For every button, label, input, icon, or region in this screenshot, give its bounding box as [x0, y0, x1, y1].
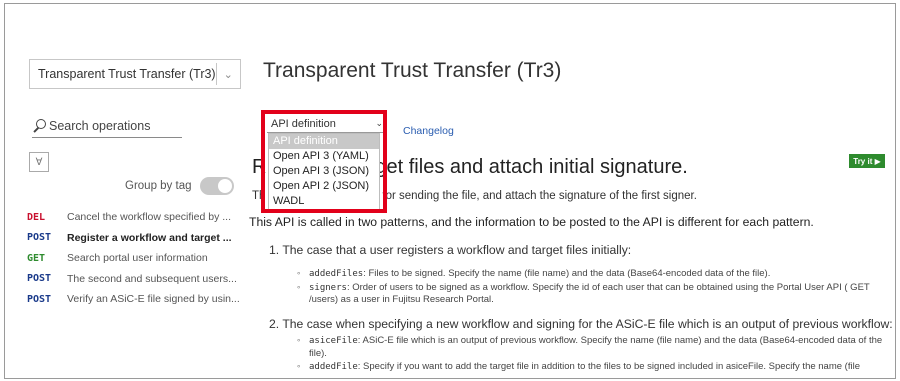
operation-title: Cancel the workflow specified by ... [67, 211, 231, 223]
operation-title: Register a workflow and target ... [67, 231, 232, 244]
list-item: asiceFile: ASiC-E file which is an outpu… [297, 335, 887, 360]
group-by-tag-toggle[interactable] [200, 177, 235, 195]
operations-list: DEL Cancel the workflow specified by ... P… [27, 207, 247, 310]
chevron-down-icon: ⌄ [375, 118, 383, 128]
list-item: addedFiles: Files to be signed. Specify … [297, 268, 887, 281]
operation-title: The second and subsequent users... [67, 272, 237, 285]
list-item: signers: Order of users to be signed as … [297, 282, 887, 307]
operation-item[interactable]: POST The second and subsequent users... [27, 269, 247, 289]
operation-title: Search portal user information [67, 252, 208, 264]
page-title: Transparent Trust Transfer (Tr3) [263, 59, 562, 82]
browser-frame: Transparent Trust Transfer (Tr3) ⌄ ∀ Gro… [4, 3, 896, 379]
operation-description: This API is called in two patterns, and … [249, 215, 814, 229]
http-method-badge: DEL [27, 211, 46, 223]
http-method-badge: POST [27, 273, 52, 284]
operation-item[interactable]: DEL Cancel the workflow specified by ... [27, 207, 247, 227]
changelog-link[interactable]: Changelog [403, 125, 454, 137]
group-by-tag-row: Group by tag [125, 177, 235, 195]
search-input[interactable] [49, 118, 174, 133]
case-2-list: asiceFile: ASiC-E file which is an outpu… [297, 335, 887, 375]
api-selector[interactable]: Transparent Trust Transfer (Tr3) ⌄ [29, 59, 241, 89]
case-1-list: addedFiles: Files to be signed. Specify … [297, 268, 887, 308]
api-selector-label: Transparent Trust Transfer (Tr3) [38, 67, 216, 81]
group-by-tag-label: Group by tag [125, 180, 192, 192]
http-method-badge: GET [27, 252, 46, 264]
dropdown-option[interactable]: API definition [269, 134, 379, 149]
try-it-button[interactable]: Try it ▶ [849, 154, 885, 168]
dropdown-option[interactable]: Open API 3 (JSON) [269, 164, 379, 179]
filter-icon[interactable]: ∀ [29, 152, 49, 172]
case-1-heading: 1. The case that a user registers a work… [269, 243, 632, 257]
search-operations[interactable] [32, 114, 182, 138]
api-definition-select[interactable]: API definition ⌄ [267, 115, 387, 133]
api-definition-value: API definition [271, 117, 336, 130]
api-definition-dropdown: API definition Open API 3 (YAML) Open AP… [268, 133, 380, 210]
operation-item[interactable]: POST Verify an ASiC-E file signed by usin… [27, 289, 247, 309]
operation-item[interactable]: GET Search portal user information [27, 248, 247, 268]
operation-item[interactable]: POST Register a workflow and target ... [27, 228, 247, 248]
dropdown-option[interactable]: Open API 2 (JSON) [269, 179, 379, 194]
operation-title: Verify an ASiC-E file signed by usin... [67, 293, 240, 305]
case-2-heading: 2. The case when specifying a new workfl… [269, 317, 893, 331]
dropdown-option[interactable]: WADL [269, 194, 379, 209]
http-method-badge: POST [27, 232, 52, 243]
http-method-badge: POST [27, 293, 52, 305]
dropdown-option[interactable]: Open API 3 (YAML) [269, 149, 379, 164]
chevron-down-icon[interactable]: ⌄ [216, 68, 240, 81]
search-icon [32, 118, 46, 133]
list-item: addedFile: Specify if you want to add th… [297, 361, 887, 374]
